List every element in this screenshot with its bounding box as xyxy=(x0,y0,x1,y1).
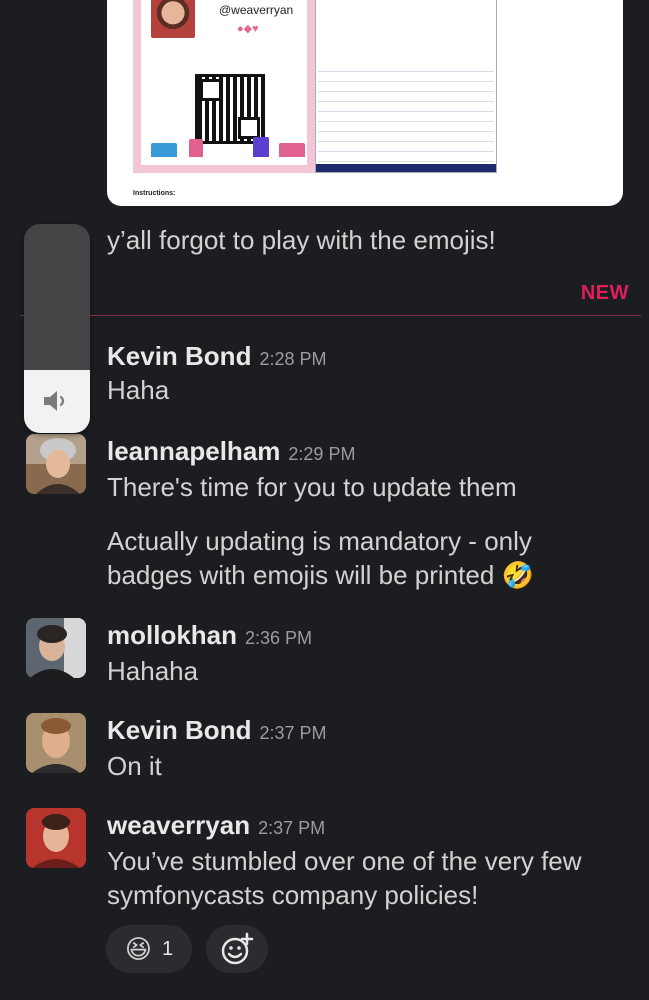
timestamp[interactable]: 2:28 PM xyxy=(259,349,326,369)
timestamp[interactable]: 2:37 PM xyxy=(258,818,325,838)
chat-view: @weaverryan ●◆♥ Instructions: y’all forg… xyxy=(0,0,649,1000)
timestamp[interactable]: 2:37 PM xyxy=(259,723,326,743)
author-name[interactable]: weaverryan 2:37 PM xyxy=(107,810,325,841)
new-messages-label: NEW xyxy=(580,282,629,304)
add-reaction-icon xyxy=(221,932,254,965)
author-name[interactable]: leannapelham 2:29 PM xyxy=(107,436,355,467)
message-text: You’ve stumbled over one of the very few xyxy=(107,846,582,876)
avatar[interactable] xyxy=(26,808,86,868)
message-text: badges with emojis will be printed 🤣 xyxy=(107,560,534,590)
reaction-pill[interactable]: 😆 1 xyxy=(106,925,192,973)
message-text: Actually updating is mandatory - only xyxy=(107,526,532,556)
new-messages-divider xyxy=(20,315,641,316)
message-text: symfonycasts company policies! xyxy=(107,880,479,910)
timestamp[interactable]: 2:29 PM xyxy=(288,444,355,464)
schedule-preview xyxy=(315,0,497,173)
qr-code-icon xyxy=(195,74,265,144)
city-decoration xyxy=(253,137,269,157)
author-name[interactable]: mollokhan 2:36 PM xyxy=(107,620,312,651)
city-decoration xyxy=(189,139,203,157)
author-name[interactable]: Kevin Bond 2:28 PM xyxy=(107,341,327,372)
attachment-instructions: Instructions: xyxy=(133,190,176,197)
volume-slider[interactable] xyxy=(24,224,90,433)
badge-emoji-decoration: ●◆♥ xyxy=(237,23,259,35)
laughing-emoji-icon: 😆 xyxy=(124,933,152,964)
badge-preview: @weaverryan ●◆♥ xyxy=(133,0,315,173)
message-text: Hahaha xyxy=(107,656,199,686)
message-text: y’all forgot to play with the emojis! xyxy=(107,225,496,255)
image-attachment[interactable]: @weaverryan ●◆♥ Instructions: xyxy=(107,0,623,206)
avatar[interactable] xyxy=(26,618,86,678)
timestamp[interactable]: 2:36 PM xyxy=(245,628,312,648)
badge-photo xyxy=(151,0,195,38)
badge-handle: @weaverryan xyxy=(219,3,294,17)
add-reaction-button[interactable] xyxy=(206,925,268,973)
message-text: Haha xyxy=(107,375,170,405)
city-decoration xyxy=(151,143,177,157)
author-name[interactable]: Kevin Bond 2:37 PM xyxy=(107,715,327,746)
reaction-count: 1 xyxy=(161,937,174,960)
speaker-icon xyxy=(44,391,65,411)
message-text: There's time for you to update them xyxy=(107,472,517,502)
message-text: On it xyxy=(107,751,162,781)
avatar[interactable] xyxy=(26,713,86,773)
avatar[interactable] xyxy=(26,434,86,494)
city-decoration xyxy=(279,143,305,157)
